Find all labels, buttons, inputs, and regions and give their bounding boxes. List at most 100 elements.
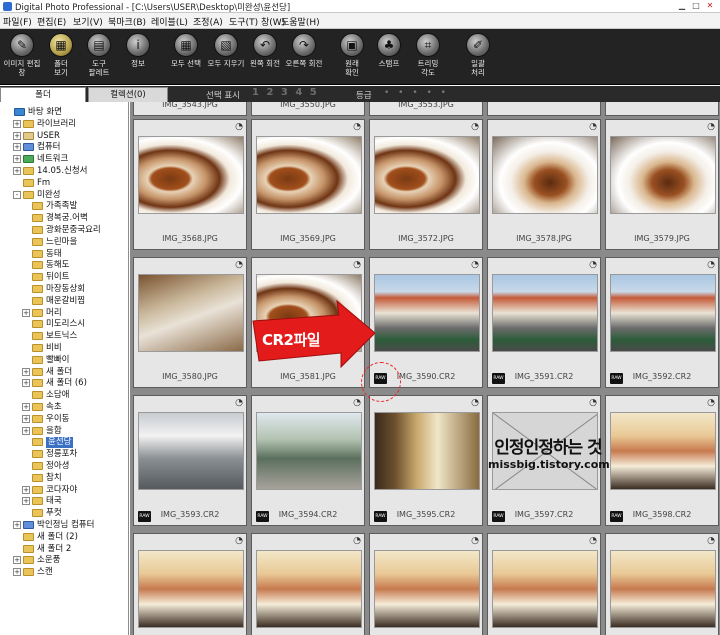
rotation-icon[interactable]: ◔ xyxy=(353,260,361,270)
thumbnail-cell[interactable]: IMG_3553.JPG xyxy=(369,102,483,116)
expand-icon[interactable]: + xyxy=(13,119,21,128)
thumbnail-cell[interactable]: ◔ xyxy=(251,533,365,635)
rotation-icon[interactable]: ◔ xyxy=(353,536,361,546)
expand-icon[interactable]: + xyxy=(13,521,21,529)
thumbnail-cell[interactable]: IMG_3543.JPG xyxy=(133,102,247,116)
rotation-icon[interactable]: ◔ xyxy=(707,536,715,546)
thumbnail-cell[interactable]: ◔ IMG_3580.JPG xyxy=(133,257,247,388)
expand-icon[interactable]: + xyxy=(22,426,30,435)
rating-dots[interactable]: • • • • • xyxy=(384,88,449,98)
rotation-icon[interactable]: ◔ xyxy=(589,536,597,546)
rotation-icon[interactable]: ◔ xyxy=(471,398,479,408)
expand-icon[interactable]: + xyxy=(22,485,30,494)
thumbnail-cell[interactable]: ◔ RAW IMG_3592.CR2 xyxy=(605,257,719,388)
thumbnail-cell[interactable]: ◔ RAW IMG_3594.CR2 xyxy=(251,395,365,526)
thumbnail-cell[interactable]: ◔ IMG_3579.JPG xyxy=(605,119,719,250)
thumbnail-image[interactable] xyxy=(610,412,716,490)
menu-item-1[interactable]: 편집(E) xyxy=(37,15,66,28)
thumbnail-cell[interactable]: ◔ xyxy=(605,533,719,635)
thumbnail-cell[interactable]: ◔ xyxy=(487,533,601,635)
thumbnail-image[interactable] xyxy=(138,136,244,214)
expand-icon[interactable]: + xyxy=(13,155,21,164)
menu-item-0[interactable]: 파일(F) xyxy=(3,15,32,28)
rotation-icon[interactable]: ◔ xyxy=(353,398,361,408)
menu-item-8[interactable]: 도움말(H) xyxy=(281,15,320,28)
menu-item-5[interactable]: 조정(A) xyxy=(193,15,223,28)
thumbnail-image[interactable] xyxy=(138,412,244,490)
thumbnail-cell[interactable]: ◔ RAW IMG_3595.CR2 xyxy=(369,395,483,526)
thumbnail-image[interactable] xyxy=(492,136,598,214)
info-button[interactable]: i 정보 xyxy=(120,33,156,83)
rotation-icon[interactable]: ◔ xyxy=(707,398,715,408)
rotation-icon[interactable]: ◔ xyxy=(471,260,479,270)
thumbnail-cell[interactable]: ◔ IMG_3569.JPG xyxy=(251,119,365,250)
menu-item-4[interactable]: 레이블(L) xyxy=(151,15,188,28)
selection-numbers[interactable]: 1 2 3 4 5 xyxy=(252,87,319,98)
close-icon[interactable]: ✕ xyxy=(704,1,716,11)
edit-window-button[interactable]: ✎ 이미지 편집 창 xyxy=(4,33,40,83)
expand-icon[interactable]: + xyxy=(22,403,30,411)
thumbnail-cell[interactable]: ◔ RAW IMG_3591.CR2 xyxy=(487,257,601,388)
trim-angle-button[interactable]: ⌗ 트리밍 각도 xyxy=(410,33,446,83)
rotation-icon[interactable]: ◔ xyxy=(471,122,479,132)
thumbnail-cell[interactable]: IMG_3550.JPG xyxy=(251,102,365,116)
rotation-icon[interactable]: ◔ xyxy=(471,536,479,546)
rotate-right-button[interactable]: ↷ 오른쪽 회전 xyxy=(286,33,322,83)
rotation-icon[interactable]: ◔ xyxy=(235,536,243,546)
clear-all-button[interactable]: ▧ 모두 지우기 xyxy=(208,33,244,83)
menu-item-2[interactable]: 보기(V) xyxy=(73,15,103,28)
expand-icon[interactable]: + xyxy=(22,497,30,506)
thumbnail-image[interactable] xyxy=(256,412,362,490)
rotation-icon[interactable]: ◔ xyxy=(353,122,361,132)
rotation-icon[interactable]: ◔ xyxy=(707,122,715,132)
batch-process-button[interactable]: ✐ 일괄 처리 xyxy=(460,33,496,83)
rotation-icon[interactable]: ◔ xyxy=(589,122,597,132)
tab-collection[interactable]: 컬렉션(0) xyxy=(88,87,168,102)
tool-palette-button[interactable]: ▤ 도구 팔레트 xyxy=(81,33,117,83)
thumbnail-image[interactable] xyxy=(492,274,598,352)
thumbnail-cell[interactable]: ◔ IMG_3572.JPG xyxy=(369,119,483,250)
thumbnail-cell[interactable] xyxy=(487,102,601,116)
expand-icon[interactable]: + xyxy=(13,568,21,577)
rotation-icon[interactable]: ◔ xyxy=(235,398,243,408)
stamp-button[interactable]: ♣ 스탬프 xyxy=(371,33,407,83)
minimize-icon[interactable]: ▁ xyxy=(676,1,688,11)
thumbnail-cell[interactable]: ◔ xyxy=(133,533,247,635)
expand-icon[interactable]: + xyxy=(13,131,21,140)
thumbnail-image[interactable] xyxy=(256,136,362,214)
thumbnail-image[interactable] xyxy=(138,550,244,628)
expand-icon[interactable]: + xyxy=(22,367,30,376)
thumbnail-image[interactable] xyxy=(610,550,716,628)
thumbnail-image[interactable] xyxy=(374,412,480,490)
thumbnail-cell[interactable]: ◔ RAW IMG_3593.CR2 xyxy=(133,395,247,526)
thumbnail-cell[interactable]: ◔ IMG_3568.JPG xyxy=(133,119,247,250)
tab-folder[interactable]: 폴더 xyxy=(0,87,86,102)
thumbnail-cell[interactable]: ◔ xyxy=(369,533,483,635)
rotation-icon[interactable]: ◔ xyxy=(235,260,243,270)
expand-icon[interactable]: + xyxy=(13,556,21,565)
rotation-icon[interactable]: ◔ xyxy=(589,398,597,408)
expand-icon[interactable]: + xyxy=(22,414,30,423)
thumbnail-image[interactable] xyxy=(610,274,716,352)
expand-icon[interactable]: + xyxy=(13,143,21,152)
thumbnail-cell[interactable] xyxy=(605,102,719,116)
menu-item-3[interactable]: 북마크(B) xyxy=(108,15,146,28)
collapse-icon[interactable]: - xyxy=(13,190,21,199)
thumbnail-image[interactable] xyxy=(374,136,480,214)
rotation-icon[interactable]: ◔ xyxy=(589,260,597,270)
thumbnail-cell[interactable]: ◔ RAW IMG_3598.CR2 xyxy=(605,395,719,526)
thumbnail-image[interactable] xyxy=(374,550,480,628)
thumbnail-image[interactable] xyxy=(374,274,480,352)
thumbnail-image[interactable] xyxy=(492,550,598,628)
folder-view-button[interactable]: ▦ 폴더 보기 xyxy=(43,33,79,83)
check-original-button[interactable]: ▣ 원래 확인 xyxy=(334,33,370,83)
thumbnail-image[interactable] xyxy=(138,274,244,352)
rotate-left-button[interactable]: ↶ 왼쪽 회전 xyxy=(247,33,283,83)
rotation-icon[interactable]: ◔ xyxy=(707,260,715,270)
maximize-icon[interactable]: □ xyxy=(690,1,702,11)
expand-icon[interactable]: + xyxy=(22,308,30,317)
expand-icon[interactable]: + xyxy=(22,379,30,388)
menu-item-6[interactable]: 도구(T) xyxy=(229,15,258,28)
thumbnail-image[interactable] xyxy=(256,550,362,628)
select-all-button[interactable]: ▦ 모두 선택 xyxy=(168,33,204,83)
